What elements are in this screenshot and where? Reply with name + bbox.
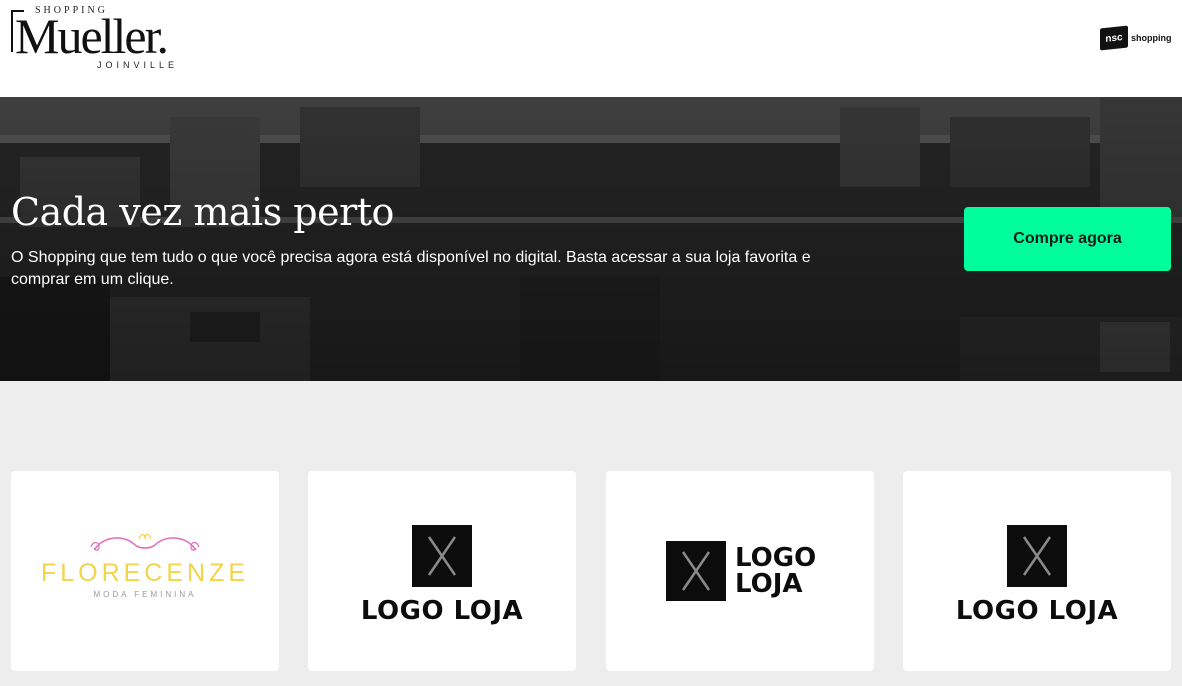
store-subtitle: MODA FEMININA [93, 590, 197, 599]
store-list: FLORECENZE MODA FEMININA LOGO LOJA LOGO … [0, 381, 1182, 686]
store-card-logo-loja[interactable]: LOGO LOJA [903, 471, 1171, 671]
partner-logo[interactable]: nsc shopping [1100, 25, 1172, 51]
store-logo: LOGO LOJA [308, 525, 576, 626]
brand-logo[interactable]: SHOPPING Mueller. JOINVILLE [11, 4, 216, 74]
store-name-line2: LOJA [735, 569, 803, 599]
nsc-mark-icon: nsc [1100, 25, 1128, 51]
hero-title: Cada vez mais perto [11, 190, 394, 234]
store-card-florecenze[interactable]: FLORECENZE MODA FEMININA [11, 471, 279, 671]
store-name: LOGO LOJA [360, 596, 524, 626]
store-card-logo-loja[interactable]: LOGO LOJA [308, 471, 576, 671]
store-name: LOGO LOJA [955, 596, 1119, 626]
hero-description: O Shopping que tem tudo o que você preci… [11, 249, 811, 288]
shop-now-button[interactable]: Compre agora [964, 207, 1171, 271]
partner-text: shopping [1131, 33, 1172, 43]
hero-banner: Cada vez mais perto O Shopping que tem t… [0, 97, 1182, 381]
ornament-icon [90, 533, 200, 551]
brand-name: Mueller. [15, 8, 169, 64]
x-logo-icon [412, 525, 472, 587]
store-logo: LOGO LOJA [903, 525, 1171, 626]
store-name: LOGO LOJA [735, 545, 816, 597]
x-logo-icon [666, 541, 726, 601]
store-name: FLORECENZE [40, 559, 250, 587]
x-logo-icon [1007, 525, 1067, 587]
store-logo-florecenze: FLORECENZE MODA FEMININA [11, 531, 279, 599]
store-card-logo-loja[interactable]: LOGO LOJA [606, 471, 874, 671]
store-name-line1: LOGO [735, 543, 817, 573]
site-header: SHOPPING Mueller. JOINVILLE nsc shopping [0, 0, 1182, 97]
store-logo: LOGO LOJA [666, 541, 816, 601]
brand-city: JOINVILLE [97, 60, 179, 70]
